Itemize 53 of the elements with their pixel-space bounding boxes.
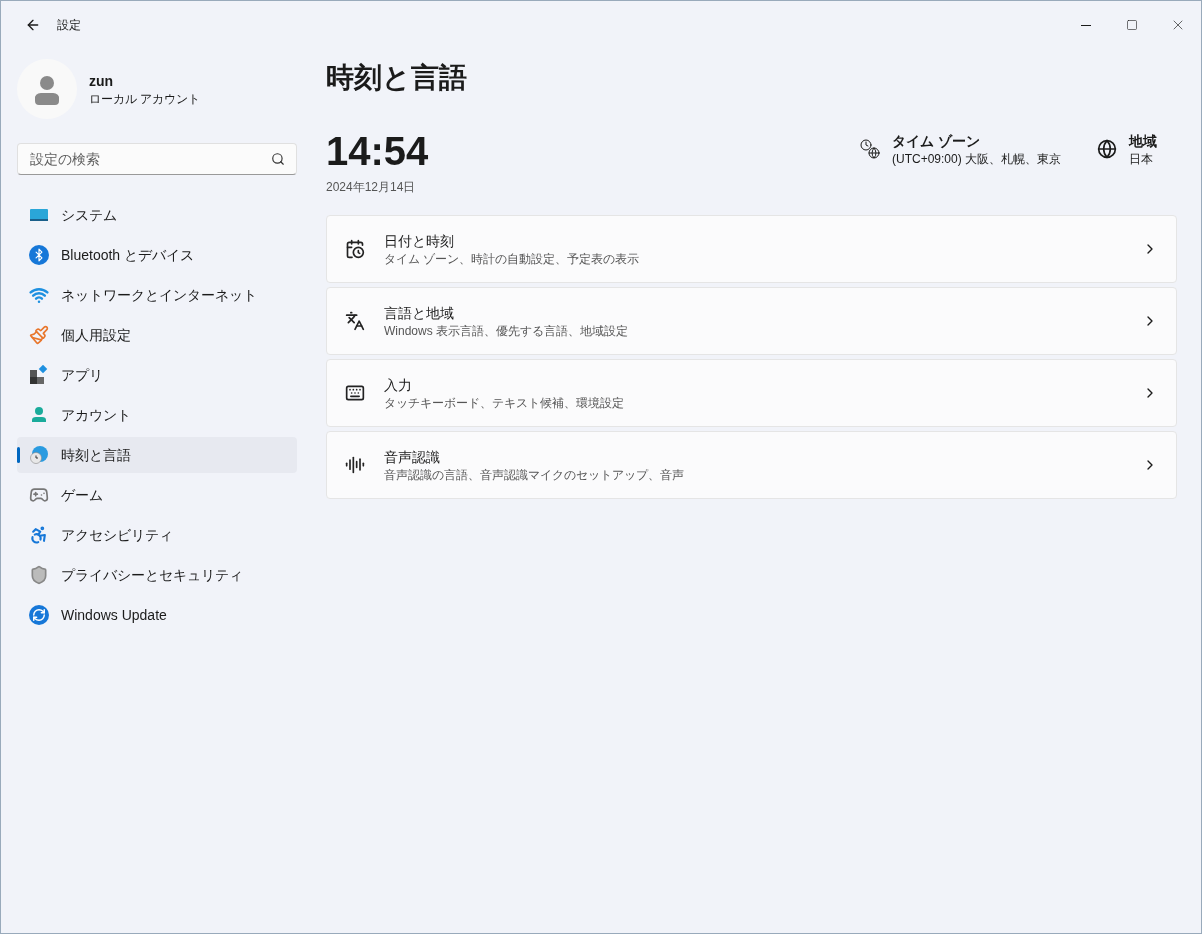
account-type: ローカル アカウント: [89, 91, 201, 107]
accessibility-icon: [29, 525, 49, 545]
sidebar-item[interactable]: 時刻と言語: [17, 437, 297, 473]
info-label: 地域: [1129, 132, 1157, 151]
sidebar-item[interactable]: アカウント: [17, 397, 297, 433]
shield-icon: [29, 565, 49, 585]
settings-card[interactable]: 言語と地域 Windows 表示言語、優先する言語、地域設定: [326, 287, 1177, 355]
globe-clock-icon: [29, 445, 49, 465]
card-title: 入力: [384, 376, 413, 395]
keyboard-icon: [345, 383, 365, 403]
info-value: 日本: [1129, 151, 1154, 167]
window-title: 設定: [57, 17, 81, 33]
selection-indicator: [17, 447, 20, 463]
person-icon: [29, 405, 49, 425]
minimize-icon: [1081, 24, 1091, 26]
calendar-clock-icon: [345, 239, 365, 259]
sidebar-item[interactable]: Bluetooth とデバイス: [17, 237, 297, 273]
sidebar-item[interactable]: プライバシーとセキュリティ: [17, 557, 297, 593]
info-value: (UTC+09:00) 大阪、札幌、東京: [891, 151, 1061, 167]
card-subtitle: タイム ゾーン、時計の自動設定、予定表の表示: [384, 251, 641, 267]
bluetooth-icon: [29, 245, 49, 265]
search-field[interactable]: 設定の検索: [17, 143, 297, 175]
maximize-icon: [1126, 19, 1138, 31]
sidebar-item[interactable]: システム: [17, 197, 297, 233]
sidebar-item[interactable]: Windows Update: [17, 597, 297, 633]
current-time: 14:54: [326, 131, 429, 171]
card-title: 言語と地域: [384, 304, 455, 323]
sidebar-item[interactable]: アクセシビリティ: [17, 517, 297, 553]
gamepad-icon: [29, 485, 49, 505]
page-title: 時刻と言語: [326, 61, 468, 95]
paintbrush-icon: [29, 325, 49, 345]
settings-card[interactable]: 音声認識 音声認識の言語、音声認識マイクのセットアップ、音声: [326, 431, 1177, 499]
settings-card[interactable]: 日付と時刻 タイム ゾーン、時計の自動設定、予定表の表示: [326, 215, 1177, 283]
sidebar-item[interactable]: アプリ: [17, 357, 297, 393]
search-icon: [271, 152, 285, 166]
card-title: 日付と時刻: [384, 232, 455, 251]
update-icon: [29, 605, 49, 625]
card-subtitle: タッチキーボード、テキスト候補、環境設定: [384, 395, 625, 411]
sidebar-item[interactable]: ネットワークとインターネット: [17, 277, 297, 313]
apps-icon: [29, 365, 49, 385]
current-date: 2024年12月14日: [326, 179, 417, 195]
card-subtitle: 音声認識の言語、音声認識マイクのセットアップ、音声: [384, 467, 685, 483]
globe-icon: [1097, 139, 1117, 159]
card-subtitle: Windows 表示言語、優先する言語、地域設定: [384, 323, 629, 339]
settings-card[interactable]: 入力 タッチキーボード、テキスト候補、環境設定: [326, 359, 1177, 427]
sidebar-item[interactable]: ゲーム: [17, 477, 297, 513]
language-icon: [345, 311, 365, 331]
card-title: 音声認識: [384, 448, 441, 467]
clock-globe-icon: [859, 139, 880, 159]
user-name: zun: [89, 72, 115, 91]
wifi-icon: [29, 285, 49, 305]
sidebar-item[interactable]: 個人用設定: [17, 317, 297, 353]
info-label: タイム ゾーン: [891, 132, 981, 151]
